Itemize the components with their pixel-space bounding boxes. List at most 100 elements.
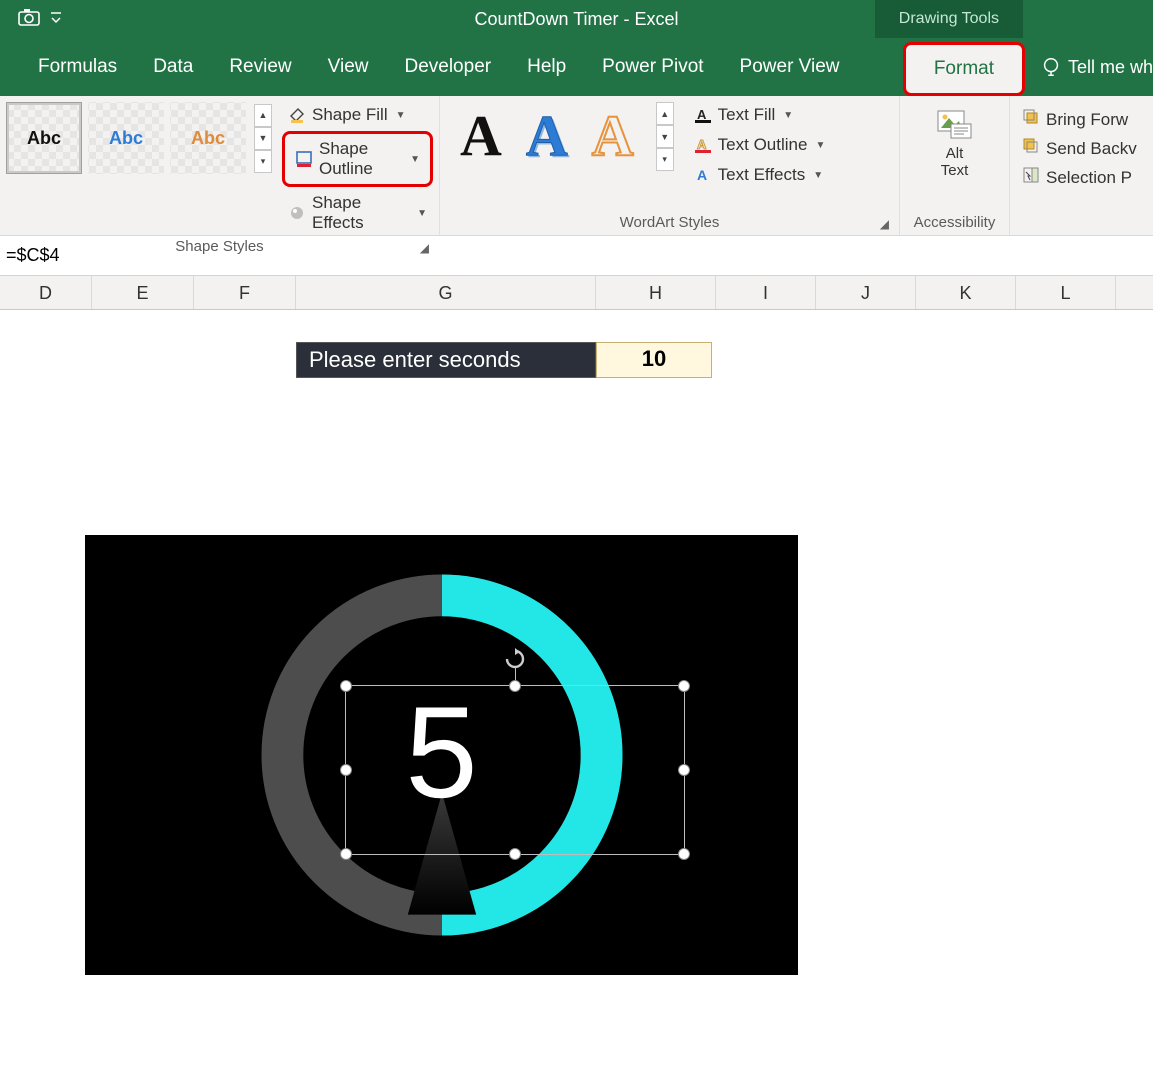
gallery-down-icon[interactable]: ▼ xyxy=(254,127,272,150)
shape-style-thumb-1[interactable]: Abc xyxy=(6,102,82,174)
chevron-down-icon: ▼ xyxy=(783,110,793,121)
col-header[interactable]: G xyxy=(296,276,596,309)
chevron-down-icon: ▼ xyxy=(815,140,825,151)
wordart-thumb-3[interactable]: A xyxy=(592,102,634,169)
tab-power-pivot[interactable]: Power Pivot xyxy=(584,44,721,90)
shape-style-thumb-3[interactable]: Abc xyxy=(170,102,246,174)
rotation-handle-icon[interactable] xyxy=(504,648,526,670)
alt-text-button[interactable]: Alt Text xyxy=(923,102,987,179)
bring-forward-label: Bring Forw xyxy=(1046,110,1128,130)
tab-view[interactable]: View xyxy=(310,44,387,90)
worksheet-area[interactable]: Please enter seconds 10 5 xyxy=(0,310,1153,1080)
chevron-down-icon: ▼ xyxy=(813,170,823,181)
text-fill-label: Text Fill xyxy=(718,105,776,125)
shape-style-thumb-2[interactable]: Abc xyxy=(88,102,164,174)
selection-pane-icon xyxy=(1022,166,1040,189)
col-header[interactable]: J xyxy=(816,276,916,309)
shape-outline-button[interactable]: Shape Outline▼ xyxy=(289,136,426,182)
bucket-icon xyxy=(288,106,306,124)
col-header[interactable]: F xyxy=(194,276,296,309)
col-header[interactable]: H xyxy=(596,276,716,309)
chevron-down-icon: ▼ xyxy=(396,110,406,121)
bring-forward-icon xyxy=(1022,108,1040,131)
resize-handle[interactable] xyxy=(340,680,352,692)
wordart-thumb-2[interactable]: A xyxy=(526,102,568,169)
resize-handle[interactable] xyxy=(340,764,352,776)
alt-text-label-1: Alt xyxy=(941,146,969,163)
group-shape-styles: Abc Abc Abc ▲ ▼ ▾ Shape Fill▼ Shape Ou xyxy=(0,96,440,235)
resize-handle[interactable] xyxy=(509,680,521,692)
svg-text:A: A xyxy=(697,107,707,122)
svg-text:A: A xyxy=(697,167,707,183)
alt-text-icon xyxy=(937,110,973,140)
camera-icon[interactable] xyxy=(18,8,40,31)
title-bar: CountDown Timer - Excel Drawing Tools xyxy=(0,0,1153,38)
chevron-down-icon: ▼ xyxy=(417,208,427,219)
tab-format[interactable]: Format xyxy=(903,42,1025,96)
gallery-up-icon[interactable]: ▲ xyxy=(656,102,674,125)
col-header[interactable]: L xyxy=(1016,276,1116,309)
tab-formulas[interactable]: Formulas xyxy=(20,44,135,90)
selection-pane-button[interactable]: Selection P xyxy=(1022,166,1137,189)
shape-effects-button[interactable]: Shape Effects ▼ xyxy=(282,190,433,236)
resize-handle[interactable] xyxy=(509,848,521,860)
selection-pane-label: Selection P xyxy=(1046,168,1132,188)
text-outline-icon: A xyxy=(694,136,712,154)
text-fill-button[interactable]: A Text Fill ▼ xyxy=(688,102,832,128)
gallery-scroll: ▲ ▼ ▾ xyxy=(254,104,272,173)
col-header[interactable]: D xyxy=(0,276,92,309)
textbox-selection[interactable] xyxy=(345,685,685,855)
wordart-gallery[interactable]: A A A xyxy=(446,102,648,169)
group-accessibility: Alt Text Accessibility xyxy=(900,96,1010,235)
effects-icon xyxy=(288,204,306,222)
tab-data[interactable]: Data xyxy=(135,44,211,90)
col-header[interactable]: E xyxy=(92,276,194,309)
gallery-more-icon[interactable]: ▾ xyxy=(254,150,272,173)
send-backward-label: Send Backv xyxy=(1046,139,1137,159)
gallery-down-icon[interactable]: ▼ xyxy=(656,125,674,148)
dialog-launcher-icon[interactable]: ◢ xyxy=(420,241,429,255)
wordart-thumb-1[interactable]: A xyxy=(460,102,502,169)
gallery-more-icon[interactable]: ▾ xyxy=(656,148,674,171)
countdown-chart[interactable]: 5 xyxy=(85,535,798,975)
dialog-launcher-icon[interactable]: ◢ xyxy=(880,217,889,231)
format-tab-highlight: Format xyxy=(903,42,1025,96)
col-header[interactable]: K xyxy=(916,276,1016,309)
text-outline-button[interactable]: A Text Outline ▼ xyxy=(688,132,832,158)
text-effects-icon: A xyxy=(694,166,712,184)
contextual-tab-label: Drawing Tools xyxy=(875,0,1023,38)
text-effects-label: Text Effects xyxy=(718,165,806,185)
shape-outline-label: Shape Outline xyxy=(319,139,402,179)
seconds-value-cell[interactable]: 10 xyxy=(596,342,712,378)
window-title: CountDown Timer - Excel xyxy=(474,9,678,30)
seconds-label-cell[interactable]: Please enter seconds xyxy=(296,342,596,378)
thumb-label: Abc xyxy=(109,128,143,149)
input-row: Please enter seconds 10 xyxy=(296,342,712,378)
qat-customize-icon[interactable] xyxy=(50,11,62,28)
group-wordart-styles: A A A ▲ ▼ ▾ A Text Fill ▼ A Text Outline ▼ xyxy=(440,96,900,235)
resize-handle[interactable] xyxy=(678,764,690,776)
col-header[interactable]: I xyxy=(716,276,816,309)
tab-power-view[interactable]: Power View xyxy=(722,44,858,90)
tab-developer[interactable]: Developer xyxy=(386,44,509,90)
bring-forward-button[interactable]: Bring Forw xyxy=(1022,108,1137,131)
lightbulb-icon xyxy=(1040,56,1062,78)
text-effects-button[interactable]: A Text Effects ▼ xyxy=(688,162,832,188)
resize-handle[interactable] xyxy=(678,848,690,860)
shape-style-gallery[interactable]: Abc Abc Abc ▲ ▼ ▾ xyxy=(6,102,272,174)
shape-fill-button[interactable]: Shape Fill▼ xyxy=(282,102,433,128)
tell-me[interactable]: Tell me wh xyxy=(1032,38,1153,96)
group-arrange: Bring Forw Send Backv Selection P xyxy=(1010,96,1153,235)
resize-handle[interactable] xyxy=(678,680,690,692)
svg-text:A: A xyxy=(697,137,707,152)
resize-handle[interactable] xyxy=(340,848,352,860)
thumb-label: Abc xyxy=(191,128,225,149)
tab-review[interactable]: Review xyxy=(211,44,309,90)
wordart-gallery-scroll: ▲ ▼ ▾ xyxy=(656,102,674,171)
gallery-up-icon[interactable]: ▲ xyxy=(254,104,272,127)
tab-help[interactable]: Help xyxy=(509,44,584,90)
shape-format-buttons: Shape Fill▼ Shape Outline▼ Shape Effects… xyxy=(282,102,433,236)
shape-effects-label: Shape Effects xyxy=(312,193,409,233)
text-outline-label: Text Outline xyxy=(718,135,808,155)
send-backward-button[interactable]: Send Backv xyxy=(1022,137,1137,160)
